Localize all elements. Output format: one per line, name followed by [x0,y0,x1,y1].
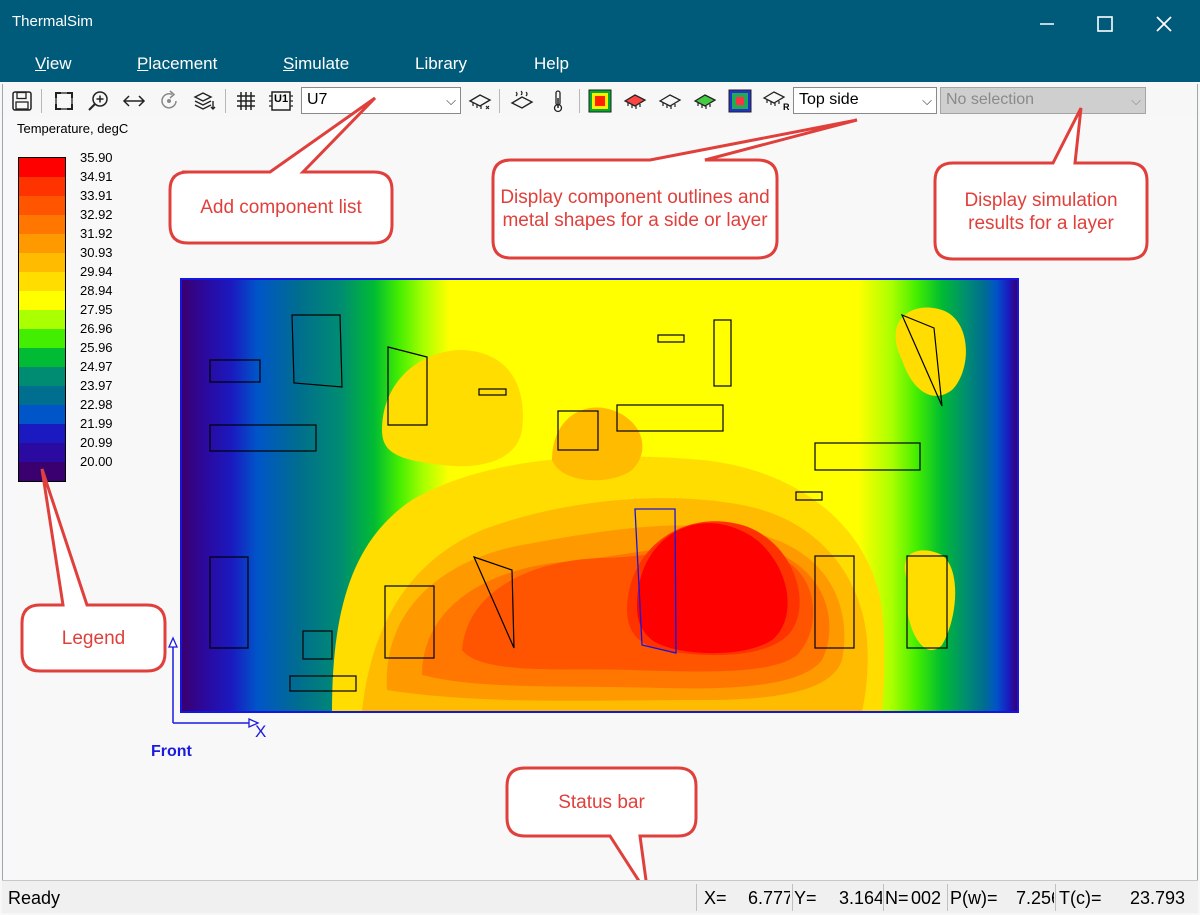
legend-swatch [19,348,65,367]
side-select[interactable]: Top side ⌵ [793,87,937,114]
status-t-value: 23.793 [1130,888,1186,908]
thermal-map-button[interactable] [587,88,613,114]
save-icon [12,91,32,111]
maximize-icon [1097,16,1113,32]
legend-swatch [19,386,65,405]
callout-outlines: Display component outlines and metal sha… [485,112,865,264]
legend-swatch [19,177,65,196]
legend-value: 26.96 [80,321,113,336]
legend-swatch [19,367,65,386]
menu-help[interactable]: Help [530,54,573,74]
legend-value: 23.97 [80,378,113,393]
menu-bar: View Placement Simulate Library Help [0,48,1200,82]
legend-value: 28.94 [80,283,113,298]
status-x-value: 6.777 [748,888,790,908]
layer-map-button[interactable] [727,88,753,114]
legend-value: 32.92 [80,207,113,222]
legend-swatch [19,329,65,348]
legend-swatch [19,424,65,443]
red-chip-button[interactable] [622,88,648,114]
legend-value: 24.97 [80,359,113,374]
legend-swatch [19,253,65,272]
legend-value: 25.96 [80,340,113,355]
chip-icon [658,94,682,109]
status-ready: Ready [8,888,61,908]
legend-swatch [19,234,65,253]
menu-placement[interactable]: Placement [133,54,221,74]
status-n-label: N= [885,888,909,908]
callout-component-list: Add component list [160,95,400,250]
resistor-chip-button[interactable]: R [762,88,790,114]
status-p-value: 7.256 [1016,888,1054,908]
chip-outline-button[interactable] [657,88,683,114]
pan-horizontal-button[interactable] [121,88,147,114]
minimize-button[interactable] [1018,0,1076,48]
add-component-button[interactable] [467,88,493,114]
legend-swatch [19,405,65,424]
callout-legend: Legend [15,465,175,675]
legend-value: 20.99 [80,435,113,450]
legend-value: 35.90 [80,150,113,165]
status-t-label: T(c)= [1059,888,1102,908]
chevron-down-icon: ⌵ [446,93,456,108]
status-y-label: Y= [794,888,817,908]
legend-value: 33.91 [80,188,113,203]
zoom-in-icon [88,91,108,111]
callout-status-bar: Status bar [500,763,705,898]
legend-swatch [19,272,65,291]
status-x-label: X= [704,888,727,908]
front-label: Front [151,743,192,760]
callout-sim-results: Display simulation results for a layer [925,104,1155,264]
save-button[interactable] [9,88,35,114]
x-axis-label: X [255,722,267,741]
legend-swatch [19,443,65,462]
legend-value: 22.98 [80,397,113,412]
status-y-value: 3.164 [839,888,882,908]
zoom-fit-icon [55,92,73,110]
menu-view[interactable]: View [31,54,76,74]
status-p-label: P(w)= [950,888,998,908]
heat-chip-icon [510,90,534,109]
add-chip-icon [468,94,492,110]
green-chip-button[interactable] [692,88,718,114]
status-n-value: 002 [911,888,942,908]
thermal-map-icon [588,89,612,113]
legend-swatch [19,291,65,310]
thermalsim-window: ThermalSim View Placement Simulate Libra… [0,0,1200,915]
status-bar: Ready X= 6.777 Y= 3.164 N= 002 P(w)= 7.2… [2,880,1198,913]
legend-swatch [19,310,65,329]
thermometer-button[interactable] [545,88,571,114]
legend-value: 27.95 [80,302,113,317]
legend-swatch [19,196,65,215]
title-bar: ThermalSim [0,0,1200,48]
red-chip-icon [623,94,647,109]
legend-value: 31.92 [80,226,113,241]
maximize-button[interactable] [1076,0,1134,48]
close-icon [1156,16,1172,32]
legend-swatch [19,215,65,234]
zoom-fit-button[interactable] [51,88,77,114]
green-chip-icon [693,94,717,109]
layer-map-icon [728,89,752,113]
legend-swatch [19,158,65,177]
close-button[interactable] [1135,0,1193,48]
thermal-map-svg [182,280,1017,711]
menu-library[interactable]: Library [411,54,471,74]
window-title: ThermalSim [12,13,93,30]
legend-color-bar [18,157,66,482]
legend-value: 21.99 [80,416,113,431]
legend-value: 30.93 [80,245,113,260]
legend-value: 34.91 [80,169,113,184]
legend-title: Temperature, degC [17,121,129,136]
menu-simulate[interactable]: Simulate [279,54,353,74]
heat-sink-button[interactable] [509,88,535,114]
thermometer-icon [553,90,563,113]
minimize-icon [1040,23,1054,25]
horizontal-arrows-icon [122,95,146,107]
legend-value: 29.94 [80,264,113,279]
board-thermal-map[interactable] [180,278,1019,713]
zoom-in-button[interactable] [86,88,112,114]
